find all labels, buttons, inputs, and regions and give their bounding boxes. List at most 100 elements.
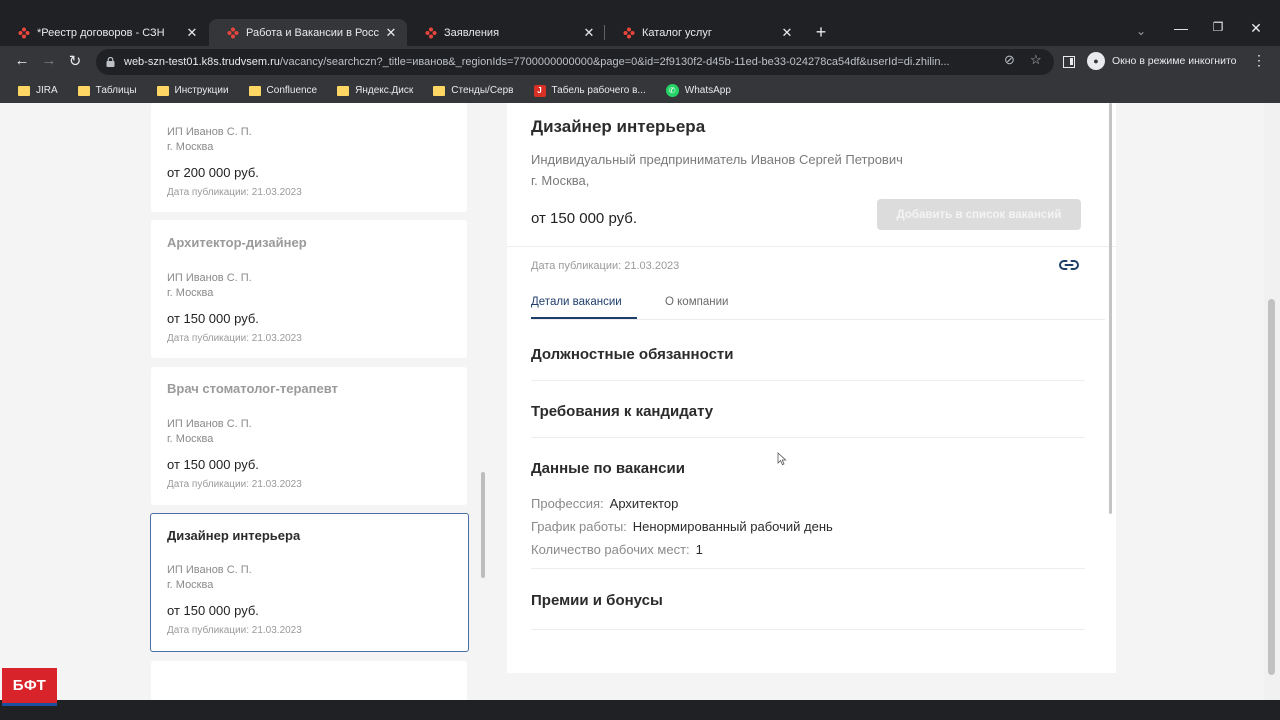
detail-date: Дата публикации: 21.03.2023 xyxy=(531,260,680,272)
vacancy-title[interactable]: Дизайнер интерьера xyxy=(167,528,300,543)
vacancy-card[interactable]: Врач стоматолог-терапевт ИП Иванов С. П.… xyxy=(151,367,467,505)
bookmark-yandex-disk[interactable]: Яндекс.Диск xyxy=(337,85,413,96)
restore-icon[interactable]: ❐ xyxy=(1208,20,1228,34)
tab-close-icon[interactable]: ✕ xyxy=(383,25,399,41)
side-panel-icon[interactable] xyxy=(1063,56,1075,68)
bookmark-instructions[interactable]: Инструкции xyxy=(156,85,229,96)
bottom-bar xyxy=(0,700,1280,720)
field-value: 1 xyxy=(695,542,703,557)
page-scrollbar[interactable] xyxy=(1264,103,1280,700)
address-bar[interactable]: web-szn-test01.k8s.trudvsem.ru/vacancy/s… xyxy=(96,49,1054,75)
tab-applications[interactable]: Заявления ✕ xyxy=(407,19,605,46)
section-bonuses[interactable]: Премии и бонусы xyxy=(531,592,663,609)
bookmark-label: Стенды/Серв xyxy=(451,85,514,96)
vacancy-card[interactable] xyxy=(151,661,467,700)
mouse-cursor-icon xyxy=(777,452,787,466)
url-host: web-szn-test01.k8s.trudvsem.ru xyxy=(124,56,280,68)
arrow-left-icon[interactable]: ← xyxy=(13,52,31,69)
vacancy-salary: от 200 000 руб. xyxy=(167,165,259,180)
tab-label: *Реестр договоров - СЗН xyxy=(37,26,165,39)
detail-scrollbar[interactable] xyxy=(1109,103,1112,514)
folder-icon xyxy=(77,85,90,96)
incognito-indicator[interactable]: ● Окно в режиме инкогнито xyxy=(1087,52,1236,70)
page-viewport: ИП Иванов С. П. г. Москва от 200 000 руб… xyxy=(0,103,1280,700)
bookmark-label: Яндекс.Диск xyxy=(355,85,414,96)
folder-icon xyxy=(337,85,350,96)
reload-icon[interactable]: ↻ xyxy=(66,52,84,70)
section-duties[interactable]: Должностные обязанности xyxy=(531,346,734,363)
incognito-label: Окно в режиме инкогнито xyxy=(1112,55,1237,67)
j-badge-icon: J xyxy=(533,84,546,97)
bookmark-timesheet[interactable]: J Табель рабочего в... xyxy=(533,84,646,97)
browser-toolbar: ← → ↻ web-szn-test01.k8s.trudvsem.ru/vac… xyxy=(0,46,1280,78)
vacancy-city: г. Москва xyxy=(167,287,214,299)
vacancy-salary: от 150 000 руб. xyxy=(167,603,259,618)
vacancy-employer: ИП Иванов С. П. xyxy=(167,272,252,284)
tab-vacancies[interactable]: Работа и Вакансии в России от ✕ xyxy=(209,19,407,46)
tab-services-catalog[interactable]: Каталог услуг ✕ xyxy=(605,19,803,46)
close-window-icon[interactable]: ✕ xyxy=(1246,20,1266,37)
field-value: Ненормированный рабочий день xyxy=(632,519,833,534)
incognito-icon: ● xyxy=(1087,52,1105,70)
tab-about-company[interactable]: О компании xyxy=(665,296,728,308)
url-path: /vacancy/searchczn?_title=иванов&_region… xyxy=(279,56,950,68)
vacancy-date: Дата публикации: 21.03.2023 xyxy=(167,187,302,198)
app-favicon-icon xyxy=(425,27,437,38)
section-divider xyxy=(531,568,1085,569)
bookmarks-bar: JIRA Таблицы Инструкции Confluence Яндек… xyxy=(0,78,1280,103)
field-key: График работы: xyxy=(531,519,627,534)
app-favicon-icon xyxy=(227,27,239,38)
vacancy-card[interactable]: Архитектор-дизайнер ИП Иванов С. П. г. М… xyxy=(151,220,467,358)
bookmark-whatsapp[interactable]: ✆ WhatsApp xyxy=(665,84,731,97)
star-icon[interactable]: ☆ xyxy=(1030,52,1042,68)
field-key: Профессия: xyxy=(531,496,604,511)
vacancy-detail-panel: Дизайнер интерьера Индивидуальный предпр… xyxy=(507,103,1116,673)
bookmark-tables[interactable]: Таблицы xyxy=(77,85,137,96)
tabs-divider xyxy=(531,319,1105,320)
field-profession: Профессия: Архитектор xyxy=(531,496,678,511)
section-requirements[interactable]: Требования к кандидату xyxy=(531,403,713,420)
tab-vacancy-details[interactable]: Детали вакансии xyxy=(531,296,622,308)
vacancy-title[interactable]: Врач стоматолог-терапевт xyxy=(167,381,338,396)
menu-kebab-icon[interactable]: ⋮ xyxy=(1252,52,1266,69)
bookmark-label: WhatsApp xyxy=(684,85,731,96)
vacancy-city: г. Москва xyxy=(167,579,214,591)
vacancy-city: г. Москва xyxy=(167,433,214,445)
tab-close-icon[interactable]: ✕ xyxy=(581,25,597,41)
detail-city: г. Москва, xyxy=(531,173,590,188)
detail-divider xyxy=(507,246,1116,247)
tab-close-icon[interactable]: ✕ xyxy=(779,25,795,41)
chevron-down-icon[interactable]: ⌄ xyxy=(1136,24,1146,38)
bookmark-jira[interactable]: JIRA xyxy=(18,85,58,96)
new-tab-icon[interactable]: + xyxy=(812,22,830,42)
vacancy-employer: ИП Иванов С. П. xyxy=(167,564,252,576)
vacancy-date: Дата публикации: 21.03.2023 xyxy=(167,625,302,636)
vacancy-employer: ИП Иванов С. П. xyxy=(167,126,252,138)
bookmark-label: Confluence xyxy=(266,85,318,96)
page-scrollbar-thumb[interactable] xyxy=(1268,299,1275,675)
list-scrollbar[interactable] xyxy=(481,472,485,578)
add-to-vacancy-list-button[interactable]: Добавить в список вакансий xyxy=(877,199,1081,230)
link-icon[interactable] xyxy=(1058,258,1080,272)
folder-icon xyxy=(248,85,261,96)
vacancy-card[interactable]: ИП Иванов С. П. г. Москва от 200 000 руб… xyxy=(151,103,467,212)
bookmark-confluence[interactable]: Confluence xyxy=(248,85,318,96)
bookmark-stands[interactable]: Стенды/Серв xyxy=(433,85,514,96)
eye-off-icon[interactable]: ⊘ xyxy=(1004,52,1015,68)
vacancy-card-selected[interactable]: Дизайнер интерьера ИП Иванов С. П. г. Мо… xyxy=(150,513,469,652)
section-divider xyxy=(531,437,1085,438)
whatsapp-icon: ✆ xyxy=(665,84,679,97)
vacancy-employer: ИП Иванов С. П. xyxy=(167,418,252,430)
field-workplaces: Количество рабочих мест: 1 xyxy=(531,542,703,557)
arrow-right-icon[interactable]: → xyxy=(40,52,58,69)
detail-title: Дизайнер интерьера xyxy=(531,117,706,136)
vacancy-title[interactable]: Архитектор-дизайнер xyxy=(167,235,307,250)
tab-contracts-registry[interactable]: *Реестр договоров - СЗН ✕ xyxy=(0,19,208,46)
bookmark-label: Табель рабочего в... xyxy=(551,85,646,96)
tab-close-icon[interactable]: ✕ xyxy=(184,25,200,41)
tab-label: Каталог услуг xyxy=(642,26,712,39)
bookmark-label: Инструкции xyxy=(174,85,229,96)
minimize-icon[interactable]: — xyxy=(1171,20,1191,36)
vacancy-date: Дата публикации: 21.03.2023 xyxy=(167,479,302,490)
detail-employer[interactable]: Индивидуальный предприниматель Иванов Се… xyxy=(531,152,903,167)
